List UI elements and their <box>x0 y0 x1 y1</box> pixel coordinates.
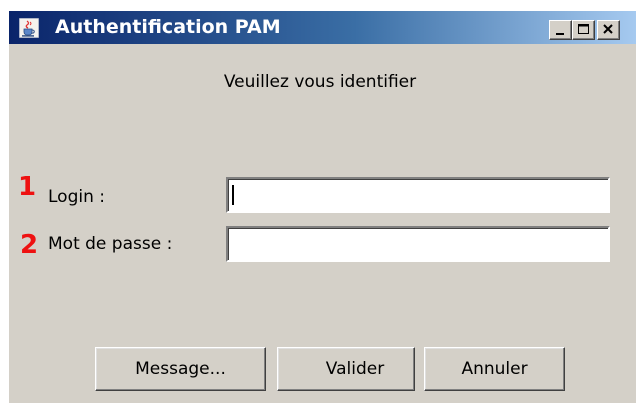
text-caret <box>232 185 234 205</box>
pam-auth-dialog: Authentification PAM Veuillez vous ident… <box>8 11 636 403</box>
annotation-number-2: 2 <box>20 230 39 260</box>
close-button[interactable] <box>597 20 620 40</box>
maximize-icon <box>578 24 589 34</box>
title-bar[interactable]: Authentification PAM <box>9 11 636 44</box>
validate-button[interactable]: Valider <box>277 347 415 391</box>
close-icon <box>603 24 613 34</box>
maximize-button[interactable] <box>572 20 595 40</box>
dialog-heading: Veuillez vous identifier <box>223 72 417 92</box>
password-field[interactable] <box>226 226 610 262</box>
password-label: Mot de passe : <box>48 234 173 254</box>
validate-button-label: Valider <box>325 359 385 379</box>
login-label: Login : <box>48 187 105 207</box>
window-title: Authentification PAM <box>55 16 281 38</box>
cancel-button[interactable]: Annuler <box>424 347 565 391</box>
minimize-icon <box>556 33 564 35</box>
annotation-number-1: 1 <box>18 172 37 202</box>
minimize-button[interactable] <box>549 20 572 40</box>
java-cup-icon <box>18 17 40 39</box>
login-field[interactable] <box>226 177 610 213</box>
message-button[interactable]: Message... <box>95 347 266 391</box>
